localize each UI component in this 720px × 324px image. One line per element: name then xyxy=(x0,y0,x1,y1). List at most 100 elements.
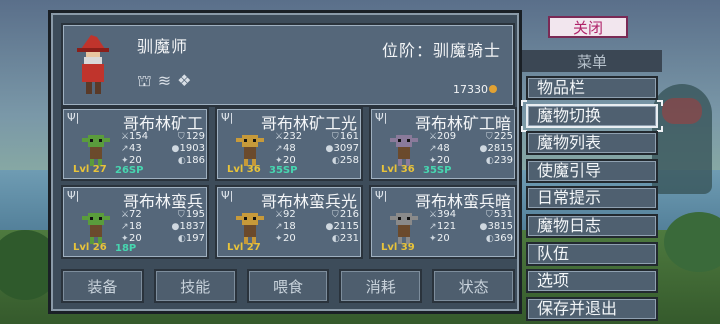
stat-drop: 197 xyxy=(185,233,205,244)
monster-card[interactable]: Ψ| 哥布林蛮兵暗 ⚔394 ⛉531 ↗121 ●3815 ✦20 ◐369 Lvl… xyxy=(369,185,517,259)
party-panel: 驯魔师 位阶：驯魔骑士 ⛫ ≋ ❖ 17330 Ψ| 哥布林矿工 ⚔154 ⛉12… xyxy=(48,10,522,314)
status-button[interactable]: 状态 xyxy=(432,269,515,303)
monster-skill-points: 35SP xyxy=(423,165,452,176)
monster-level: Lvl 39 xyxy=(381,242,415,253)
stat-experience: 2815 xyxy=(487,143,513,154)
goblin-sprite xyxy=(390,213,418,244)
stat-health: 43 xyxy=(129,143,142,154)
orb-icon: ◐ xyxy=(331,156,340,166)
menu-item[interactable]: 魔物日志 xyxy=(526,214,658,238)
shield-icon: ⛉ xyxy=(485,210,493,220)
monster-level: Lvl 26 xyxy=(73,242,107,253)
shield-icon: ⛉ xyxy=(485,132,493,142)
magic-icon: ✦ xyxy=(429,234,437,244)
stat-attack: 209 xyxy=(437,131,457,142)
menu-item[interactable]: 日常提示 xyxy=(526,186,658,210)
stat-experience: 3815 xyxy=(487,221,513,232)
stat-experience: 3097 xyxy=(333,143,359,154)
drop-icon: ● xyxy=(171,222,180,232)
weapon-mark-icon: Ψ| xyxy=(375,189,388,202)
goblin-sprite xyxy=(236,213,264,244)
sword-icon: ⚔ xyxy=(275,132,284,142)
stat-defense: 129 xyxy=(185,131,205,142)
skills-button[interactable]: 技能 xyxy=(153,269,237,303)
stat-experience: 1837 xyxy=(179,221,205,232)
staff-icon: ↗ xyxy=(275,144,283,154)
gold-counter: 17330 xyxy=(453,83,497,96)
stat-defense: 195 xyxy=(185,209,205,220)
stat-drop: 369 xyxy=(493,233,513,244)
selection-cursor xyxy=(657,100,663,106)
menu-item[interactable]: 选项 xyxy=(526,269,658,293)
coin-icon xyxy=(489,85,497,93)
orb-icon: ◐ xyxy=(177,234,186,244)
shield-icon: ⛉ xyxy=(177,210,185,220)
stat-health: 18 xyxy=(283,221,296,232)
weapon-mark-icon: Ψ| xyxy=(375,111,388,124)
gold-amount: 17330 xyxy=(453,83,488,96)
drop-icon: ● xyxy=(479,144,488,154)
stat-health: 121 xyxy=(437,221,457,232)
menu-item[interactable]: 队伍 xyxy=(526,242,658,266)
feed-button[interactable]: 喂食 xyxy=(246,269,330,303)
orb-icon: ◐ xyxy=(485,156,494,166)
monster-skill-points: 26SP xyxy=(115,165,144,176)
menu-item[interactable]: 魔物切换 xyxy=(526,104,658,128)
stat-drop: 258 xyxy=(339,155,359,166)
menu-item[interactable]: 魔物列表 xyxy=(526,131,658,155)
monster-skill-points: 35SP xyxy=(269,165,298,176)
shield-icon: ⛉ xyxy=(331,132,339,142)
monster-stats: ⚔209 ⛉225 ↗48 ●2815 ✦20 ◐239 xyxy=(429,131,513,167)
hero-card[interactable]: 驯魔师 位阶：驯魔骑士 ⛫ ≋ ❖ 17330 xyxy=(61,23,515,107)
stat-attack: 72 xyxy=(129,209,142,220)
sword-icon: ⚔ xyxy=(121,132,130,142)
monster-card[interactable]: Ψ| 哥布林矿工暗 ⚔209 ⛉225 ↗48 ●2815 ✦20 ◐239 Lvl … xyxy=(369,107,517,181)
monster-stats: ⚔72 ⛉195 ↗18 ●1837 ✦20 ◐197 xyxy=(121,209,205,245)
weapon-mark-icon: Ψ| xyxy=(221,111,234,124)
monster-card[interactable]: Ψ| 哥布林矿工 ⚔154 ⛉129 ↗43 ●1903 ✦20 ◐186 Lvl 2… xyxy=(61,107,209,181)
monster-level: Lvl 27 xyxy=(73,164,107,175)
monster-stats: ⚔92 ⛉216 ↗18 ●2115 ✦20 ◐231 xyxy=(275,209,359,245)
orb-icon: ◐ xyxy=(331,234,340,244)
magic-icon: ✦ xyxy=(275,234,283,244)
goblin-sprite xyxy=(82,213,110,244)
orb-icon: ◐ xyxy=(177,156,186,166)
close-button[interactable]: 关闭 xyxy=(548,16,628,38)
staff-icon: ↗ xyxy=(275,222,283,232)
monster-stats: ⚔232 ⛉161 ↗48 ●3097 ✦20 ◐258 xyxy=(275,131,359,167)
stat-defense: 225 xyxy=(493,131,513,142)
menu-item[interactable]: 使魔引导 xyxy=(526,159,658,183)
stat-attack: 92 xyxy=(283,209,296,220)
orb-icon: ◐ xyxy=(485,234,494,244)
drop-icon: ● xyxy=(325,222,334,232)
monster-card[interactable]: Ψ| 哥布林蛮兵 ⚔72 ⛉195 ↗18 ●1837 ✦20 ◐197 Lvl 26… xyxy=(61,185,209,259)
action-bar: 装备 技能 喂食 消耗 状态 xyxy=(61,269,515,307)
staff-icon: ↗ xyxy=(121,222,129,232)
hero-rank: 位阶：驯魔骑士 xyxy=(381,41,501,60)
shield-icon: ⛉ xyxy=(331,210,339,220)
sword-icon: ⚔ xyxy=(429,132,438,142)
tamer-sprite xyxy=(77,35,109,94)
menu-item[interactable]: 物品栏 xyxy=(526,76,658,100)
tower-icon[interactable]: ⛫ xyxy=(137,71,152,92)
goblin-sprite xyxy=(82,135,110,166)
selection-cursor xyxy=(521,100,527,106)
stat-health: 18 xyxy=(129,221,142,232)
shield-icon: ⛉ xyxy=(177,132,185,142)
hero-name: 驯魔师 xyxy=(137,37,189,56)
monster-card[interactable]: Ψ| 哥布林矿工光 ⚔232 ⛉161 ↗48 ●3097 ✦20 ◐258 Lvl … xyxy=(215,107,363,181)
equip-button[interactable]: 装备 xyxy=(61,269,144,303)
sword-icon: ⚔ xyxy=(429,210,438,220)
monster-card[interactable]: Ψ| 哥布林蛮兵光 ⚔92 ⛉216 ↗18 ●2115 ✦20 ◐231 Lvl 2… xyxy=(215,185,363,259)
goblin-sprite xyxy=(236,135,264,166)
monster-stats: ⚔394 ⛉531 ↗121 ●3815 ✦20 ◐369 xyxy=(429,209,513,245)
menu-item[interactable]: 保存并退出 xyxy=(526,297,658,321)
wind-icon[interactable]: ≋ xyxy=(158,71,171,92)
staff-icon: ↗ xyxy=(429,144,437,154)
menu-header: 菜单 xyxy=(522,50,662,72)
gem-icon[interactable]: ❖ xyxy=(177,71,191,92)
consume-button[interactable]: 消耗 xyxy=(339,269,423,303)
stat-experience: 2115 xyxy=(333,221,359,232)
monster-skill-points: 18P xyxy=(115,243,137,254)
stat-health: 48 xyxy=(437,143,450,154)
